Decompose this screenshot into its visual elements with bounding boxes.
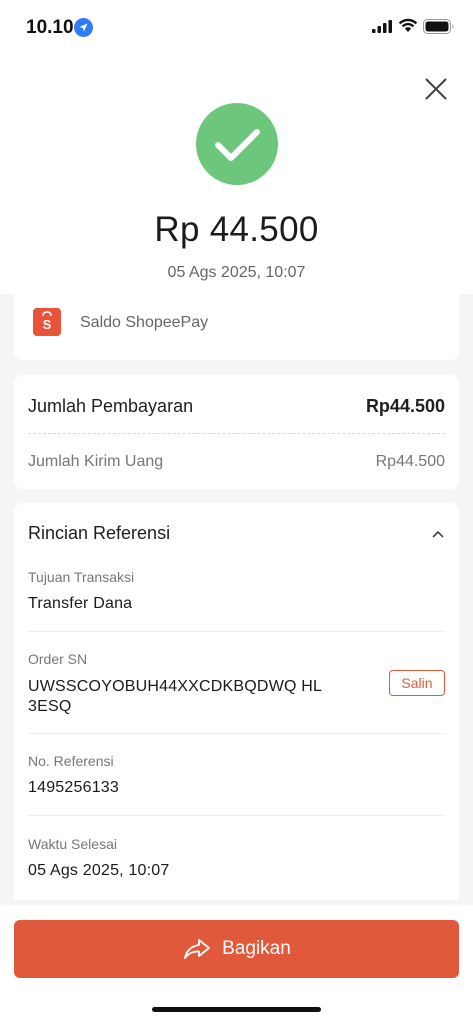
bottom-bar: Bagikan	[0, 905, 473, 1021]
share-arrow-icon	[184, 939, 211, 959]
reference-number-value: 1495256133	[28, 779, 119, 796]
chevron-up-icon[interactable]	[431, 529, 445, 539]
reference-title: Rincian Referensi	[28, 523, 171, 543]
transaction-amount: Rp 44.500	[154, 210, 319, 249]
total-payment-value: Rp44.500	[365, 396, 445, 416]
divider	[28, 433, 445, 434]
payment-method-label: Saldo ShopeePay	[80, 314, 209, 331]
shopee-bag-icon: S	[33, 308, 61, 336]
battery-icon	[423, 19, 454, 34]
payment-summary-card: Jumlah Pembayaran Rp44.500 Jumlah Kirim …	[14, 375, 459, 489]
payment-method-card: S Saldo ShopeePay	[14, 294, 459, 360]
finish-time-label: Waktu Selesai	[28, 836, 117, 852]
total-payment-label: Jumlah Pembayaran	[28, 396, 194, 416]
wifi-icon	[398, 18, 418, 32]
close-button[interactable]	[421, 74, 451, 104]
divider	[28, 631, 445, 632]
reference-details-card: Rincian Referensi Tujuan Transaksi Trans…	[14, 503, 459, 900]
svg-text:S: S	[43, 317, 52, 332]
divider	[28, 815, 445, 816]
share-button-label: Bagikan	[222, 938, 291, 959]
finish-time-value: 05 Ags 2025, 10:07	[28, 862, 170, 879]
send-amount-label: Jumlah Kirim Uang	[28, 453, 164, 470]
order-sn-label: Order SN	[28, 651, 88, 667]
divider	[28, 733, 445, 734]
transaction-datetime: 05 Ags 2025, 10:07	[167, 264, 306, 281]
reference-number-label: No. Referensi	[28, 753, 114, 769]
status-time: 10.10	[26, 17, 74, 38]
location-arrow-icon	[74, 18, 93, 37]
status-bar: 10.10	[0, 0, 473, 56]
success-check-icon	[196, 103, 278, 185]
receipt-header: Rp 44.500 05 Ags 2025, 10:07	[0, 56, 473, 294]
home-indicator	[152, 1007, 321, 1012]
send-amount-value: Rp44.500	[375, 453, 445, 470]
copy-order-sn-button[interactable]: Salin	[389, 670, 445, 696]
order-sn-value: UWSSCOYOBUH44XXCDKBQDWQ HL3ESQ	[28, 678, 323, 715]
share-button[interactable]: Bagikan	[14, 920, 459, 978]
purpose-label: Tujuan Transaksi	[28, 569, 135, 585]
purpose-value: Transfer Dana	[28, 595, 133, 612]
close-icon	[425, 78, 447, 100]
signal-icon	[372, 20, 392, 33]
